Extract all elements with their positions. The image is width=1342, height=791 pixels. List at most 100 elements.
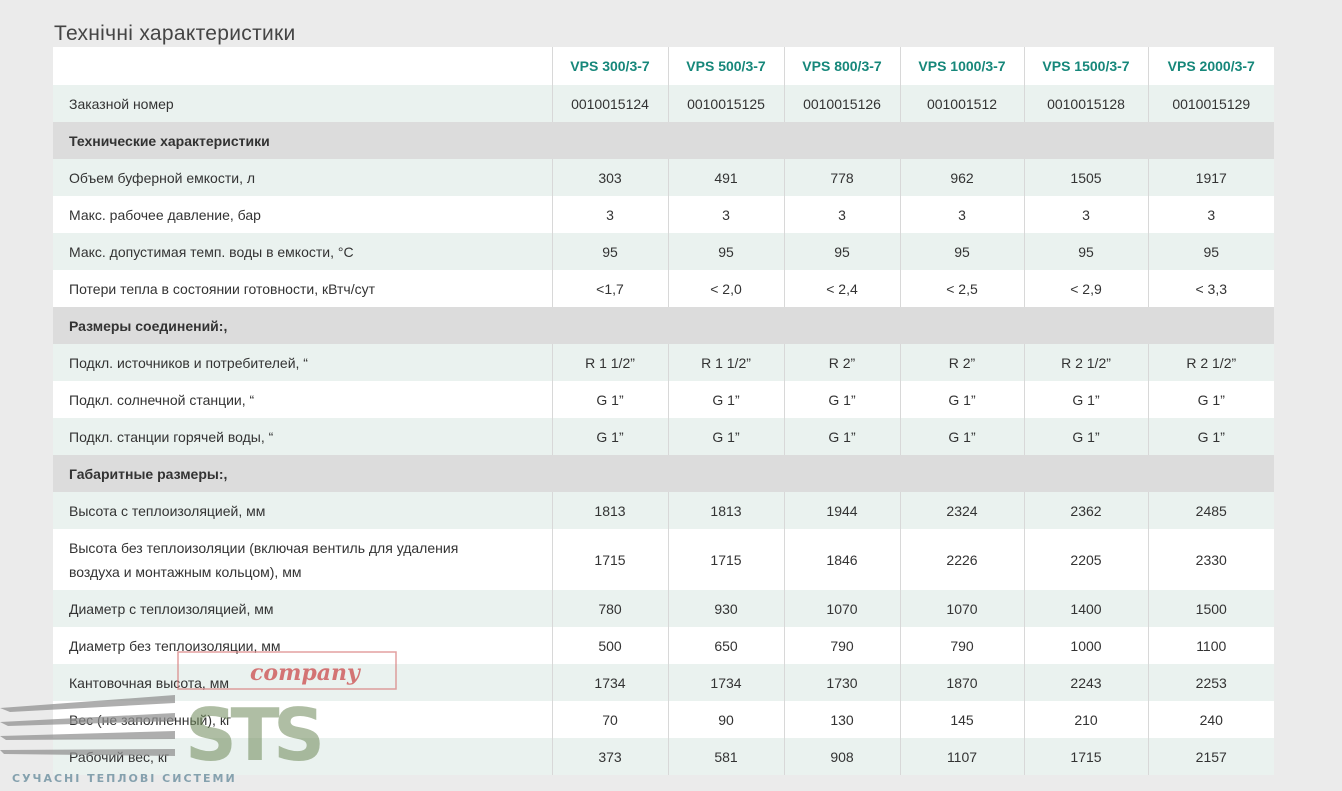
row-label: Подкл. солнечной станции, “ <box>53 381 552 418</box>
cell-value: 1500 <box>1147 590 1274 627</box>
column-header: VPS 2000/3-7 <box>1147 47 1274 85</box>
cell-value: 90 <box>667 701 784 738</box>
cell-value: 2243 <box>1023 664 1148 701</box>
table-row: Объем буферной емкости, л 303 491 778 962 150… <box>53 159 1274 196</box>
table-header-row: VPS 300/3-7 VPS 500/3-7 VPS 800/3-7 VPS … <box>53 47 1274 85</box>
section-title: Размеры соединений:, <box>53 307 1274 344</box>
cell-value: R 2” <box>899 344 1024 381</box>
row-label: Кантовочная высота, мм <box>53 664 552 701</box>
cell-value: 1730 <box>783 664 900 701</box>
table-row: Рабочий вес, кг 373 581 908 1107 1715 2157 <box>53 738 1274 775</box>
section-title: Габаритные размеры:, <box>53 455 1274 492</box>
cell-value: 1505 <box>1023 159 1148 196</box>
cell-value: 1070 <box>783 590 900 627</box>
cell-value: 3 <box>899 196 1024 233</box>
spec-table: VPS 300/3-7 VPS 500/3-7 VPS 800/3-7 VPS … <box>53 47 1274 775</box>
cell-value: 3 <box>1023 196 1148 233</box>
cell-value: 95 <box>1023 233 1148 270</box>
column-header: VPS 800/3-7 <box>783 47 900 85</box>
section-header-row: Размеры соединений:, <box>53 307 1274 344</box>
cell-value: R 2 1/2” <box>1023 344 1148 381</box>
cell-value: 95 <box>551 233 668 270</box>
row-label: Заказной номер <box>53 85 552 122</box>
cell-value: 2362 <box>1023 492 1148 529</box>
cell-value: 1944 <box>783 492 900 529</box>
cell-value: 908 <box>783 738 900 775</box>
row-label: Потери тепла в состоянии готовности, кВт… <box>53 270 552 307</box>
cell-value: 1715 <box>667 529 784 590</box>
row-label: Рабочий вес, кг <box>53 738 552 775</box>
cell-value: 145 <box>899 701 1024 738</box>
cell-value: < 2,5 <box>899 270 1024 307</box>
cell-value: 790 <box>783 627 900 664</box>
row-label: Объем буферной емкости, л <box>53 159 552 196</box>
cell-value: G 1” <box>667 381 784 418</box>
cell-value: G 1” <box>1023 381 1148 418</box>
row-label: Макс. рабочее давление, бар <box>53 196 552 233</box>
cell-value: G 1” <box>899 418 1024 455</box>
cell-value: 2330 <box>1147 529 1274 590</box>
cell-value: 1813 <box>551 492 668 529</box>
cell-value: R 1 1/2” <box>551 344 668 381</box>
cell-value: < 2,9 <box>1023 270 1148 307</box>
cell-value: 1734 <box>667 664 784 701</box>
page-title: Технічні характеристики <box>54 22 296 46</box>
cell-value: 581 <box>667 738 784 775</box>
header-empty-cell <box>53 47 552 85</box>
cell-value: 0010015128 <box>1023 85 1148 122</box>
row-label: Высота без теплоизоляции (включая вентил… <box>53 529 552 590</box>
cell-value: 3 <box>667 196 784 233</box>
cell-value: 3 <box>551 196 668 233</box>
row-label: Высота с теплоизоляцией, мм <box>53 492 552 529</box>
cell-value: 780 <box>551 590 668 627</box>
cell-value: 491 <box>667 159 784 196</box>
row-label: Диаметр с теплоизоляцией, мм <box>53 590 552 627</box>
column-header: VPS 300/3-7 <box>551 47 668 85</box>
cell-value: 210 <box>1023 701 1148 738</box>
cell-value: 373 <box>551 738 668 775</box>
cell-value: G 1” <box>551 381 668 418</box>
table-row: Подкл. солнечной станции, “G 1” G 1” G 1” G… <box>53 381 1274 418</box>
table-row: Высота без теплоизоляции (включая вентил… <box>53 529 1274 590</box>
cell-value: 1107 <box>899 738 1024 775</box>
cell-value: 1070 <box>899 590 1024 627</box>
cell-value: R 1 1/2” <box>667 344 784 381</box>
column-header: VPS 1500/3-7 <box>1023 47 1148 85</box>
cell-value: 70 <box>551 701 668 738</box>
cell-value: 2324 <box>899 492 1024 529</box>
cell-value: 3 <box>1147 196 1274 233</box>
cell-value: 240 <box>1147 701 1274 738</box>
cell-value: R 2 1/2” <box>1147 344 1274 381</box>
cell-value: G 1” <box>667 418 784 455</box>
cell-value: 962 <box>899 159 1024 196</box>
cell-value: 650 <box>667 627 784 664</box>
cell-value: <1,7 <box>551 270 668 307</box>
cell-value: G 1” <box>551 418 668 455</box>
table-row: Заказной номер 0010015124 0010015125 001001… <box>53 85 1274 122</box>
table-row: Кантовочная высота, мм 1734 1734 1730 1870 22… <box>53 664 1274 701</box>
cell-value: 790 <box>899 627 1024 664</box>
cell-value: 2485 <box>1147 492 1274 529</box>
cell-value: 1400 <box>1023 590 1148 627</box>
cell-value: R 2” <box>783 344 900 381</box>
row-label: Подкл. станции горячей воды, “ <box>53 418 552 455</box>
cell-value: 1870 <box>899 664 1024 701</box>
cell-value: 2157 <box>1147 738 1274 775</box>
cell-value: < 2,4 <box>783 270 900 307</box>
cell-value: 303 <box>551 159 668 196</box>
cell-value: 0010015125 <box>667 85 784 122</box>
section-header-row: Габаритные размеры:, <box>53 455 1274 492</box>
row-label: Подкл. источников и потребителей, “ <box>53 344 552 381</box>
table-row: Подкл. станции горячей воды, “G 1” G 1” G … <box>53 418 1274 455</box>
cell-value: 2205 <box>1023 529 1148 590</box>
cell-value: < 3,3 <box>1147 270 1274 307</box>
row-label: Диаметр без теплоизоляции, мм <box>53 627 552 664</box>
cell-value: 95 <box>1147 233 1274 270</box>
cell-value: < 2,0 <box>667 270 784 307</box>
cell-value: G 1” <box>1147 381 1274 418</box>
row-label: Макс. допустимая темп. воды в емкости, °… <box>53 233 552 270</box>
cell-value: G 1” <box>899 381 1024 418</box>
cell-value: G 1” <box>1147 418 1274 455</box>
table-row: Вес (не заполненный), кг 70 90 130 145 210 240 <box>53 701 1274 738</box>
cell-value: 2226 <box>899 529 1024 590</box>
